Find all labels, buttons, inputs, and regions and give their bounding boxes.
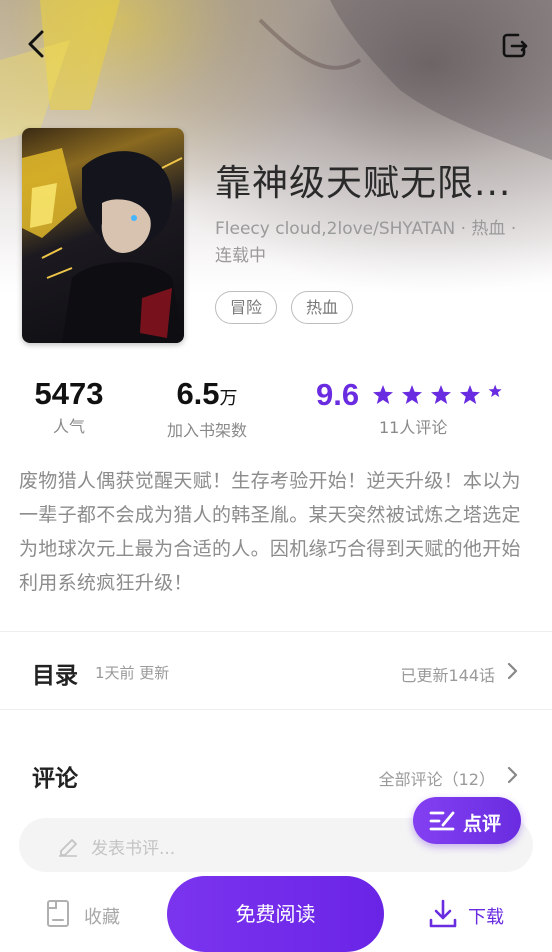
stat-shelf: 6.5万 加入书架数 [160,372,254,442]
star-icon [431,384,452,404]
star-icon [373,384,394,404]
all-comments-link[interactable]: 全部评论（12） [379,766,495,790]
shelf-value: 6.5 [176,376,220,411]
bottom-bar: 收藏 免费阅读 下载 [0,876,552,952]
tag-adventure[interactable]: 冒险 [215,291,278,324]
popularity-value: 5473 [34,376,104,411]
download-button[interactable]: 下载 [428,898,504,930]
chevron-right-icon[interactable] [504,765,520,785]
divider [0,631,552,632]
chevron-right-icon [507,662,518,680]
comment-placeholder: 发表书评... [91,839,176,859]
share-button[interactable] [496,26,532,62]
shelf-label: 加入书架数 [166,421,247,440]
rate-button[interactable]: 点评 [413,797,521,844]
stat-rating: 9.6 11人评论 [316,372,512,439]
catalog-update-time: 1天前 更新 [95,664,170,682]
rating-value: 9.6 [316,376,360,412]
tag-hot-blood[interactable]: 热血 [291,291,354,324]
popularity-label: 人气 [52,417,85,436]
pencil-icon [59,839,77,857]
book-cover[interactable] [22,128,184,343]
favorite-label: 收藏 [84,907,120,928]
rating-stars [373,384,502,404]
catalog-row[interactable]: 目录 1天前 更新 已更新144话 [0,641,552,701]
chevron-left-icon [28,30,44,58]
catalog-title: 目录 [32,663,78,689]
bookmark-icon [47,900,69,927]
share-exit-icon [502,33,528,58]
top-bar [0,22,552,66]
star-icon [402,384,423,404]
star-icon [488,384,502,397]
tag-list: 冒险 热血 [215,291,354,324]
review-icon [429,811,455,831]
back-button[interactable] [20,26,56,62]
rate-label: 点评 [463,813,502,835]
catalog-update-count: 已更新144话 [400,666,495,685]
comments-header: 评论 全部评论（12） [0,745,552,805]
favorite-button[interactable]: 收藏 [46,898,120,928]
shelf-unit: 万 [219,388,238,408]
book-title: 靠神级天赋无限... [215,163,512,204]
stat-popularity: 5473 人气 [32,372,106,438]
shelf-number: 6.5万 [160,372,254,420]
rating-count-label: 11人评论 [379,417,448,437]
free-read-button[interactable]: 免费阅读 [167,876,384,952]
rating-line: 9.6 [316,372,512,417]
book-meta: Fleecy cloud,2love/SHYATAN · 热血 · 连载中 [215,219,517,266]
download-label: 下载 [468,907,504,928]
divider [0,709,552,710]
cover-illustration [22,148,184,343]
book-description: 废物猎人偶获觉醒天赋！生存考验开始！逆天升级！本以为一辈子都不会成为猎人的韩圣胤… [19,470,521,594]
download-icon [429,899,457,928]
stats-row: 5473 人气 6.5万 加入书架数 9.6 11人评论 [0,372,552,442]
star-icon [460,384,481,404]
comments-title: 评论 [32,766,78,792]
